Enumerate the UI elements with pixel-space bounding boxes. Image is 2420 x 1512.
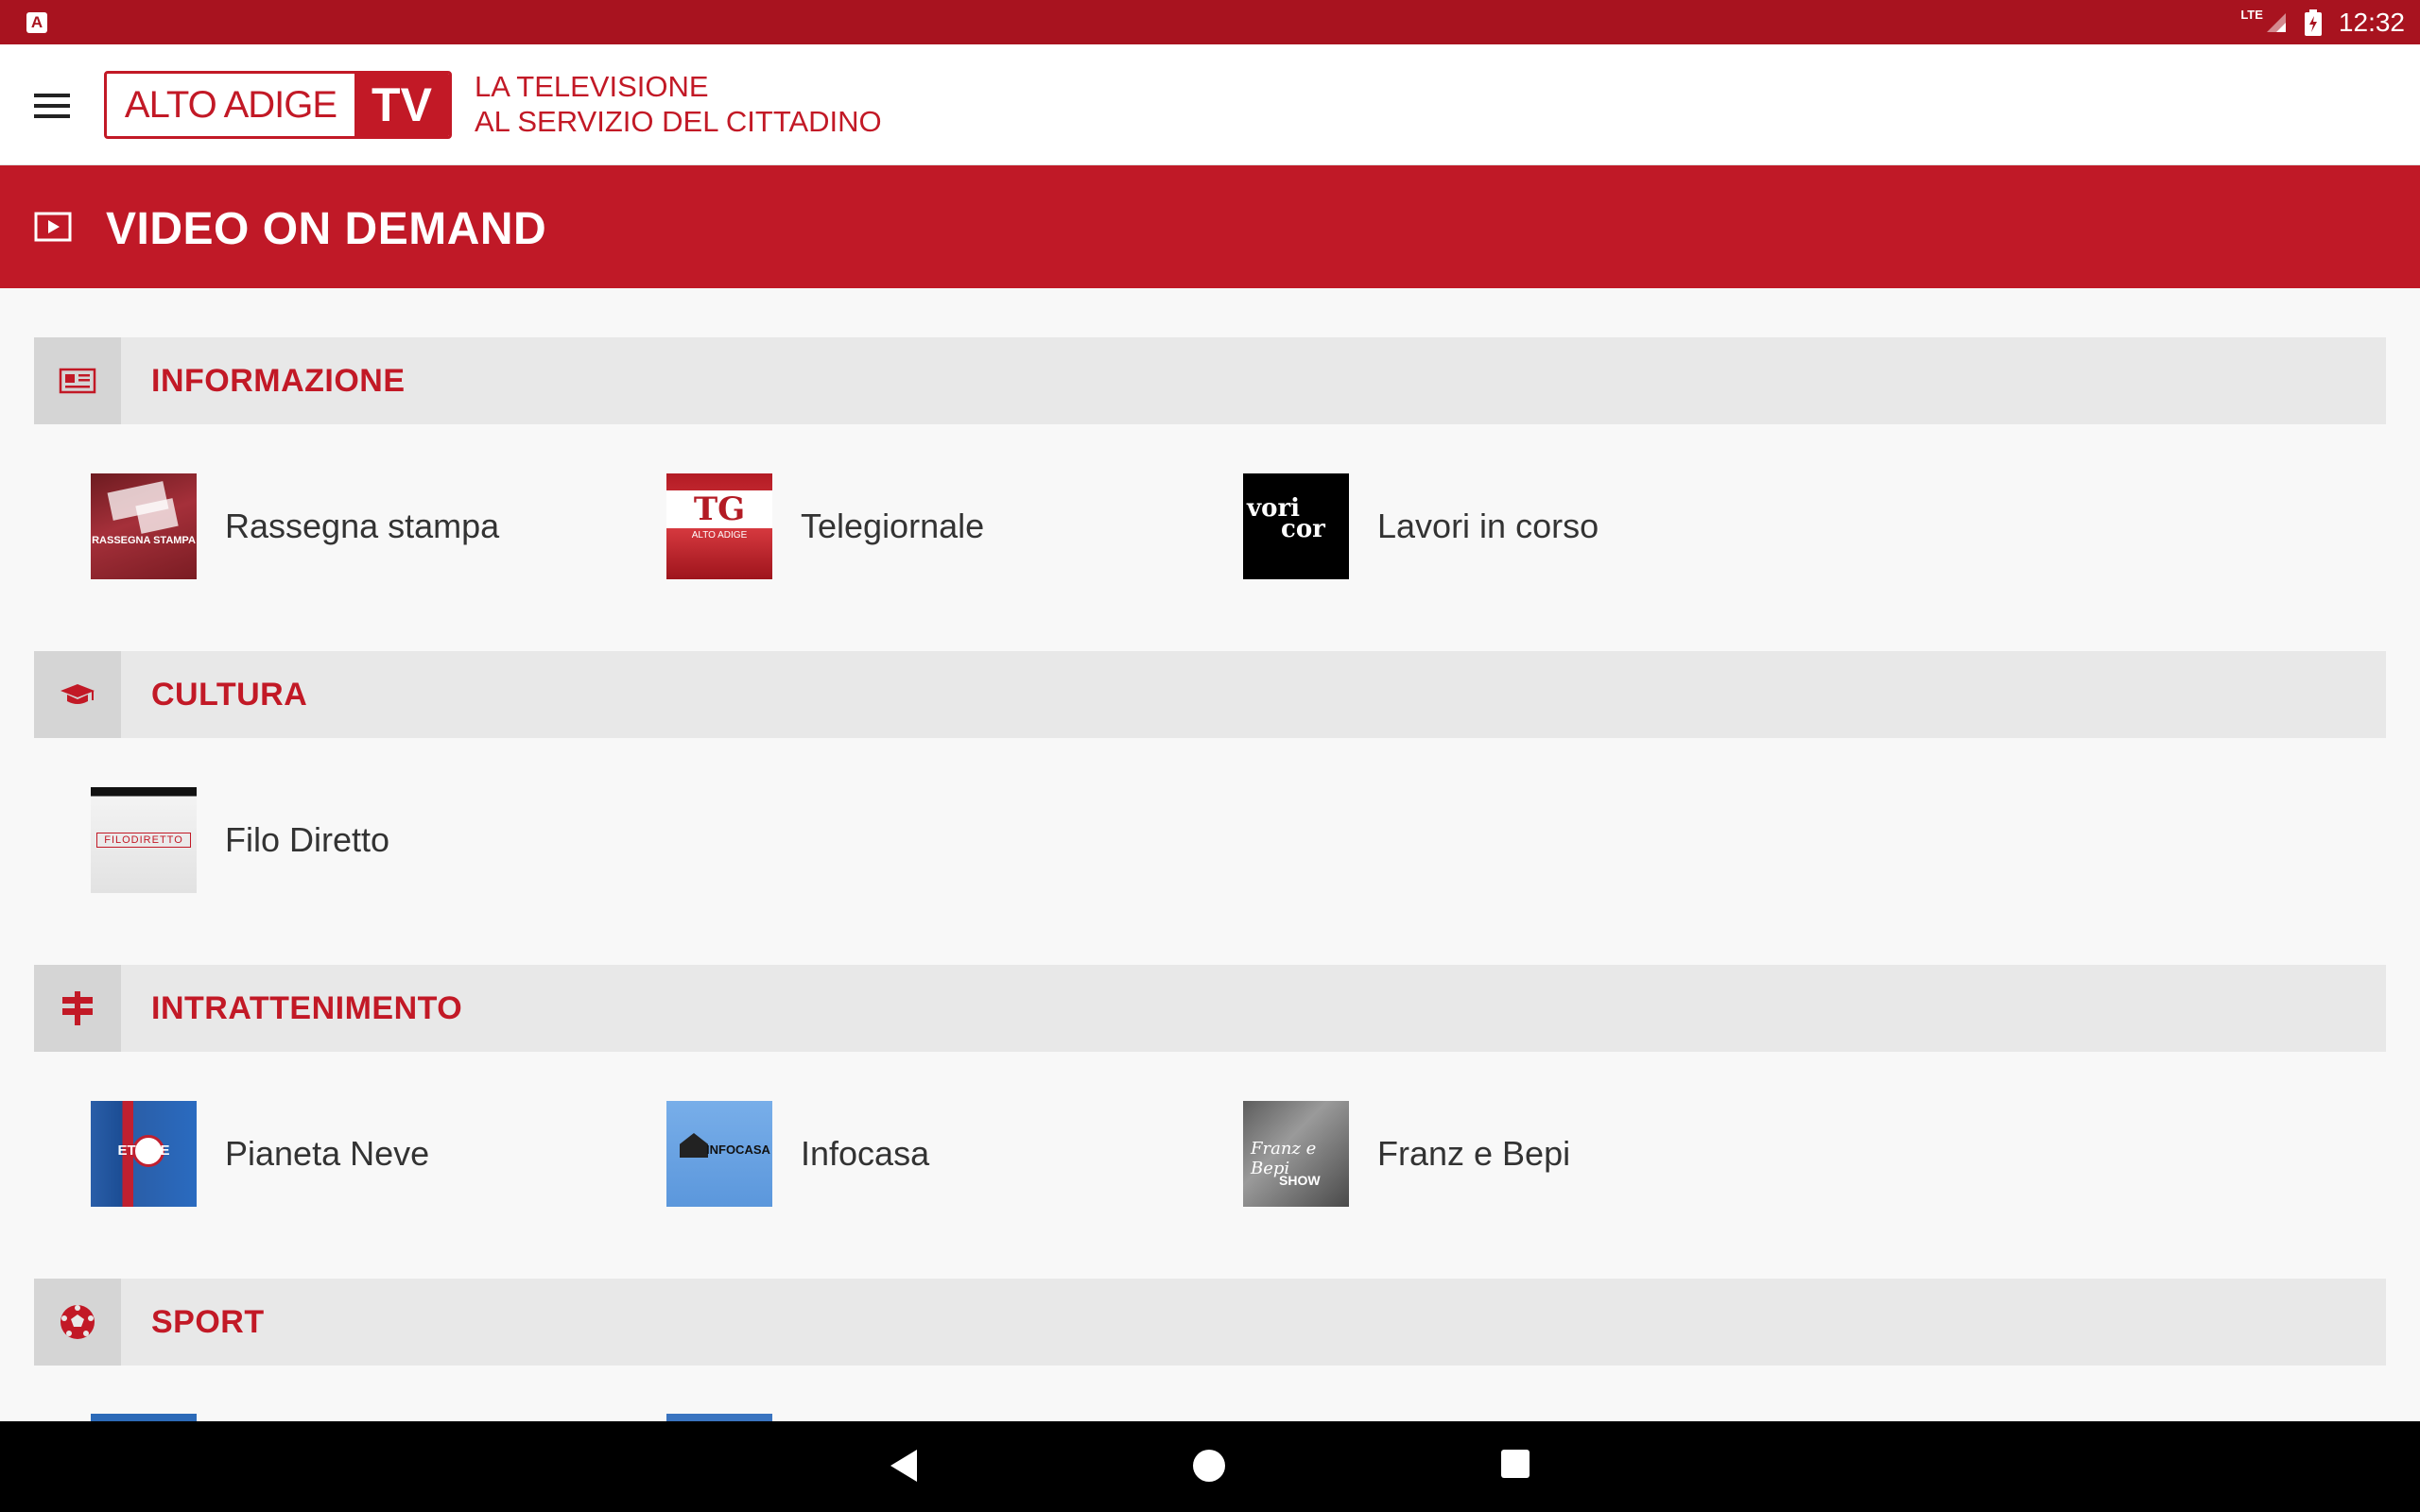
- program-label: Filo Diretto: [225, 820, 390, 859]
- app-toolbar: ALTO ADIGE TV LA TELEVISIONE AL SERVIZIO…: [0, 44, 2420, 165]
- program-label: Telegiornale: [801, 507, 985, 545]
- program-label: Lavori in corso: [1377, 507, 1599, 545]
- page-title-banner: VIDEO ON DEMAND: [0, 165, 2420, 288]
- tagline-line1: LA TELEVISIONE: [475, 70, 709, 103]
- status-bar: A LTE 12:32: [0, 0, 2420, 44]
- program-label: Rassegna stampa: [225, 507, 500, 545]
- menu-icon[interactable]: [34, 94, 70, 118]
- program-thumbnail: ETR NE: [91, 1101, 197, 1207]
- program-thumbnail: INFOCASA: [666, 1101, 772, 1207]
- program-label: Franz e Bepi: [1377, 1134, 1571, 1173]
- program-thumbnail[interactable]: [91, 1414, 197, 1421]
- program-thumbnail: vori cor: [1243, 473, 1349, 579]
- program-item-infocasa[interactable]: INFOCASA Infocasa: [666, 1101, 929, 1207]
- program-item-lavori-in-corso[interactable]: vori cor Lavori in corso: [1243, 473, 1599, 579]
- logo-text-right: TV: [354, 74, 449, 136]
- program-item-filo-diretto[interactable]: FILODIRETTO Filo Diretto: [91, 787, 389, 893]
- app-notification-icon: A: [26, 12, 47, 33]
- section-header-sport: SPORT: [34, 1279, 2386, 1366]
- section-title: SPORT: [151, 1304, 265, 1340]
- section-header-intrattenimento: INTRATTENIMENTO: [34, 965, 2386, 1052]
- program-item-telegiornale[interactable]: TG ALTO ADIGE Telegiornale: [666, 473, 984, 579]
- section-title: CULTURA: [151, 677, 308, 713]
- system-navigation-bar: [0, 1421, 2420, 1512]
- signal-icon: [2266, 12, 2286, 32]
- program-item-pianeta-neve[interactable]: ETR NE Pianeta Neve: [91, 1101, 429, 1207]
- back-icon[interactable]: [890, 1450, 917, 1482]
- signpost-icon: [34, 965, 121, 1052]
- tagline: LA TELEVISIONE AL SERVIZIO DEL CITTADINO: [475, 69, 882, 139]
- recents-icon[interactable]: [1501, 1450, 1530, 1478]
- program-thumbnail[interactable]: [666, 1414, 772, 1421]
- clock: 12:32: [2338, 7, 2405, 37]
- program-label: Infocasa: [801, 1134, 930, 1173]
- program-item-rassegna-stampa[interactable]: RASSEGNA STAMPA Rassegna stampa: [91, 473, 499, 579]
- section-title: INTRATTENIMENTO: [151, 990, 463, 1026]
- page-title: VIDEO ON DEMAND: [106, 204, 547, 254]
- battery-icon: [2304, 9, 2322, 36]
- program-label: Pianeta Neve: [225, 1134, 430, 1173]
- section-title: INFORMAZIONE: [151, 363, 406, 399]
- section-header-cultura: CULTURA: [34, 651, 2386, 738]
- graduation-cap-icon: [34, 651, 121, 738]
- program-thumbnail: Franz e Bepi SHOW: [1243, 1101, 1349, 1207]
- tagline-line2: AL SERVIZIO DEL CITTADINO: [475, 105, 882, 138]
- soccer-ball-icon: [34, 1279, 121, 1366]
- section-header-informazione: INFORMAZIONE: [34, 337, 2386, 424]
- program-thumbnail: FILODIRETTO: [91, 787, 197, 893]
- newspaper-icon: [34, 337, 121, 424]
- app-logo: ALTO ADIGE TV: [104, 71, 452, 139]
- program-thumbnail: RASSEGNA STAMPA: [91, 473, 197, 579]
- network-type: LTE: [2240, 8, 2263, 22]
- program-thumbnail: TG ALTO ADIGE: [666, 473, 772, 579]
- logo-text-left: ALTO ADIGE: [124, 83, 337, 126]
- play-video-icon: [34, 212, 72, 242]
- home-icon[interactable]: [1193, 1450, 1225, 1482]
- program-item-franz-e-bepi[interactable]: Franz e Bepi SHOW Franz e Bepi: [1243, 1101, 1570, 1207]
